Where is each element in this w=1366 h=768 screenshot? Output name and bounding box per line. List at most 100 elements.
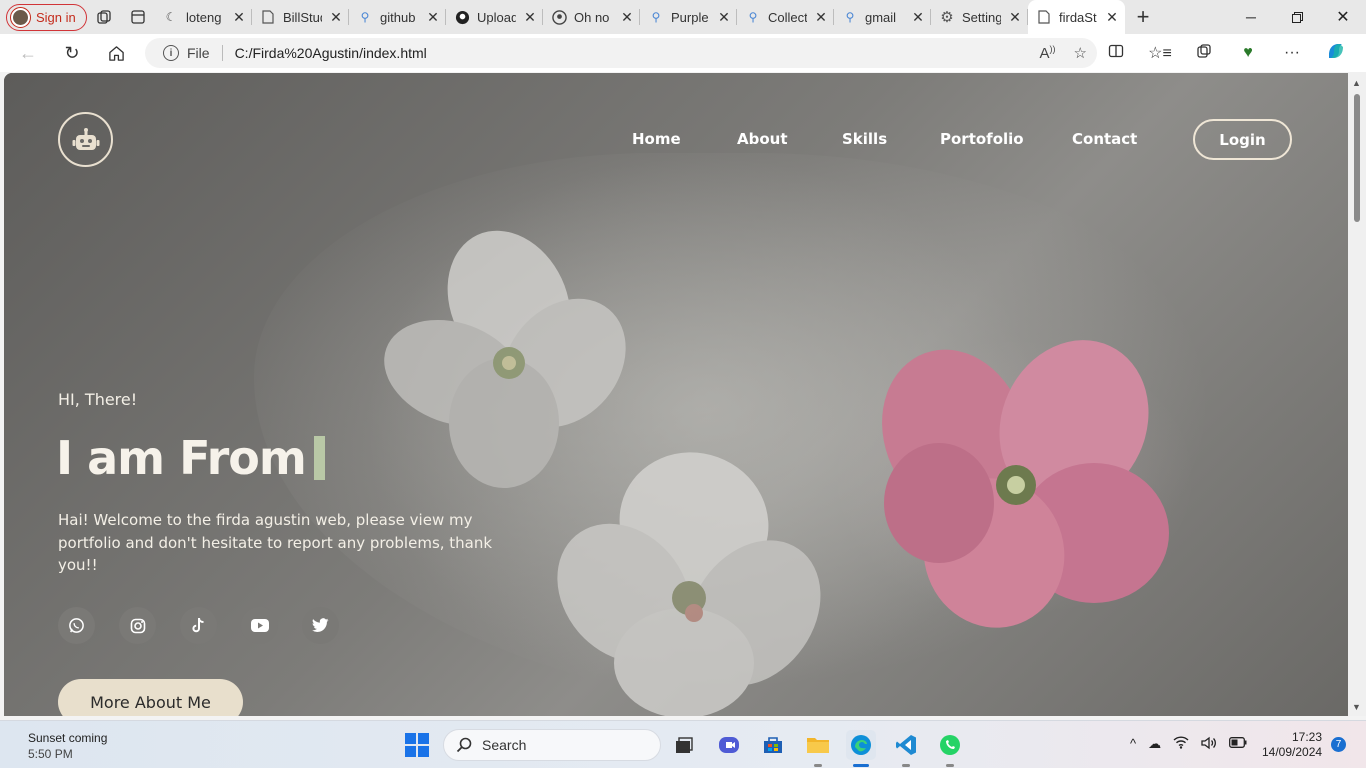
search-icon: ⚲ [651,10,661,24]
performance-icon[interactable]: ♥ [1226,44,1270,62]
close-tab-icon[interactable]: ✕ [1008,9,1022,26]
restore-icon[interactable] [1274,0,1320,34]
page-scrollbar[interactable]: ▲ ▼ [1348,72,1366,716]
close-tab-icon[interactable]: ✕ [911,9,925,26]
browser-tools: ☆≡ ♥ ··· [1094,34,1358,72]
profile-button[interactable]: Sign in [6,3,87,31]
gear-icon: ⚙ [940,9,954,26]
tiktok-icon[interactable] [180,607,217,644]
onedrive-sync-icon[interactable]: ☁ [1148,736,1161,753]
home-icon[interactable] [94,34,138,72]
collections-icon[interactable] [1182,43,1226,64]
scroll-down-icon[interactable]: ▼ [1352,702,1361,712]
tab-gmail[interactable]: ⚲ gmail ✕ [834,0,931,34]
scroll-up-icon[interactable]: ▲ [1352,78,1361,88]
more-menu-icon[interactable]: ··· [1270,44,1314,62]
tab-settings[interactable]: ⚙ Setting ✕ [931,0,1028,34]
typing-cursor [313,436,325,480]
more-about-me-button[interactable]: More About Me [58,679,243,716]
system-clock[interactable]: 17:23 14/09/2024 [1262,730,1322,760]
search-icon: ⚲ [360,10,370,24]
url-text[interactable]: C:/Firda%20Agustin/index.html [235,45,427,61]
tab-title: Oh no [574,9,610,25]
hero-headline: I am From [56,431,325,485]
web-page: Home About Skills Portofolio Contact Log… [4,73,1348,716]
nav-portfolio[interactable]: Portofolio [940,130,1024,148]
whatsapp-icon[interactable] [58,607,95,644]
nav-home[interactable]: Home [632,130,681,148]
weather-time: 5:50 PM [28,747,73,761]
tab-github-search[interactable]: ⚲ github ✕ [349,0,446,34]
tab-title: Upload [477,9,516,25]
minimize-icon[interactable]: ─ [1228,0,1274,34]
tab-collect[interactable]: ⚲ Collect ✕ [737,0,834,34]
task-view-icon[interactable] [669,730,699,760]
tab-firdast-active[interactable]: firdaSt ✕ [1028,0,1125,34]
file-explorer-icon[interactable] [803,730,833,760]
scrollbar-thumb[interactable] [1354,94,1360,222]
close-tab-icon[interactable]: ✕ [426,9,440,26]
copilot-icon[interactable] [1314,41,1358,66]
taskbar-search[interactable]: Search [443,729,661,761]
close-tab-icon[interactable]: ✕ [523,9,537,26]
github-icon [454,9,470,25]
close-tab-icon[interactable]: ✕ [717,9,731,26]
workspaces-icon[interactable] [87,0,121,34]
twitter-icon[interactable] [302,607,339,644]
active-indicator [853,764,869,767]
meet-icon[interactable] [714,730,744,760]
chevron-up-icon[interactable]: ^ [1130,736,1136,753]
whatsapp-app-icon[interactable] [935,730,965,760]
tab-title: github [380,9,416,25]
tab-oh-no[interactable]: Oh no ✕ [543,0,640,34]
moon-icon: ☾ [165,10,177,24]
close-tab-icon[interactable]: ✕ [814,9,828,26]
address-bar[interactable]: i File C:/Firda%20Agustin/index.html A))… [145,38,1097,68]
store-icon[interactable] [758,730,788,760]
youtube-icon[interactable] [241,607,278,644]
close-tab-icon[interactable]: ✕ [620,9,634,26]
tab-loteng[interactable]: ☾ loteng ✕ [155,0,252,34]
running-indicator [946,764,954,767]
instagram-icon[interactable] [119,607,156,644]
tab-billstud[interactable]: BillStud ✕ [252,0,349,34]
edge-icon[interactable] [846,730,876,760]
windows-start-icon[interactable] [405,733,429,757]
battery-icon[interactable] [1229,736,1247,753]
favorite-star-icon[interactable]: ☆ [1074,44,1087,62]
window-controls: ─ ✕ [1228,0,1366,34]
split-screen-icon[interactable] [1094,43,1138,64]
refresh-icon[interactable]: ↻ [50,34,94,72]
info-icon[interactable]: i [163,45,179,61]
read-aloud-icon[interactable]: A)) [1040,44,1056,62]
site-logo[interactable] [58,112,113,167]
nav-about[interactable]: About [737,130,788,148]
tab-actions-icon[interactable] [121,0,155,34]
close-tab-icon[interactable]: ✕ [329,9,343,26]
favorites-icon[interactable]: ☆≡ [1138,43,1182,63]
vscode-icon[interactable] [891,730,921,760]
tab-purple[interactable]: ⚲ Purple ✕ [640,0,737,34]
clock-date: 14/09/2024 [1262,745,1323,759]
login-button[interactable]: Login [1193,119,1292,160]
clock-time: 17:23 [1291,730,1322,744]
close-window-icon[interactable]: ✕ [1320,0,1366,34]
running-indicator [902,764,910,767]
volume-icon[interactable] [1201,736,1217,753]
nav-skills[interactable]: Skills [842,130,887,148]
back-icon[interactable]: ← [6,34,50,72]
weather-widget[interactable]: Sunset coming 5:50 PM [28,730,107,762]
wifi-icon[interactable] [1173,736,1189,753]
tab-title: Setting [962,9,1001,25]
close-tab-icon[interactable]: ✕ [1105,9,1119,26]
tab-title: Purple [671,9,709,25]
new-tab-button[interactable]: + [1125,0,1161,34]
nav-contact[interactable]: Contact [1072,130,1137,148]
divider [221,45,223,61]
tab-title: Collect [768,9,807,25]
close-tab-icon[interactable]: ✕ [232,9,246,26]
tab-upload[interactable]: Upload ✕ [446,0,543,34]
profile-label: Sign in [36,9,76,25]
notification-badge[interactable]: 7 [1331,737,1346,752]
tab-title: loteng [186,9,222,25]
